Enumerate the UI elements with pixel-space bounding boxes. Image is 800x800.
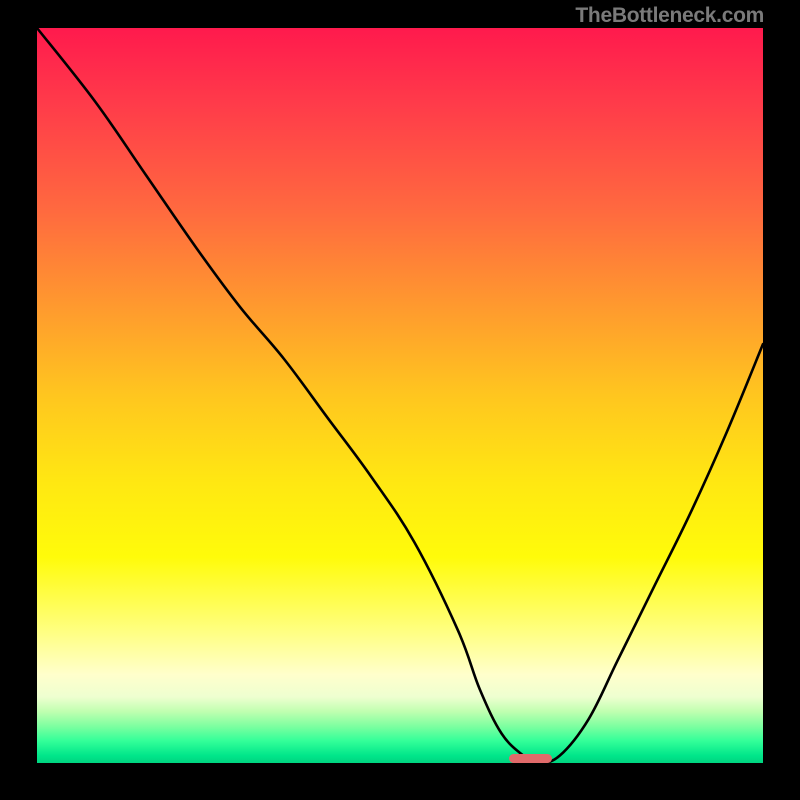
attribution-text: TheBottleneck.com bbox=[575, 4, 764, 28]
curve-svg bbox=[37, 28, 763, 763]
min-marker bbox=[509, 754, 553, 763]
chart-container: TheBottleneck.com bbox=[0, 0, 800, 800]
plot-area bbox=[37, 28, 763, 763]
bottleneck-curve bbox=[37, 28, 763, 763]
